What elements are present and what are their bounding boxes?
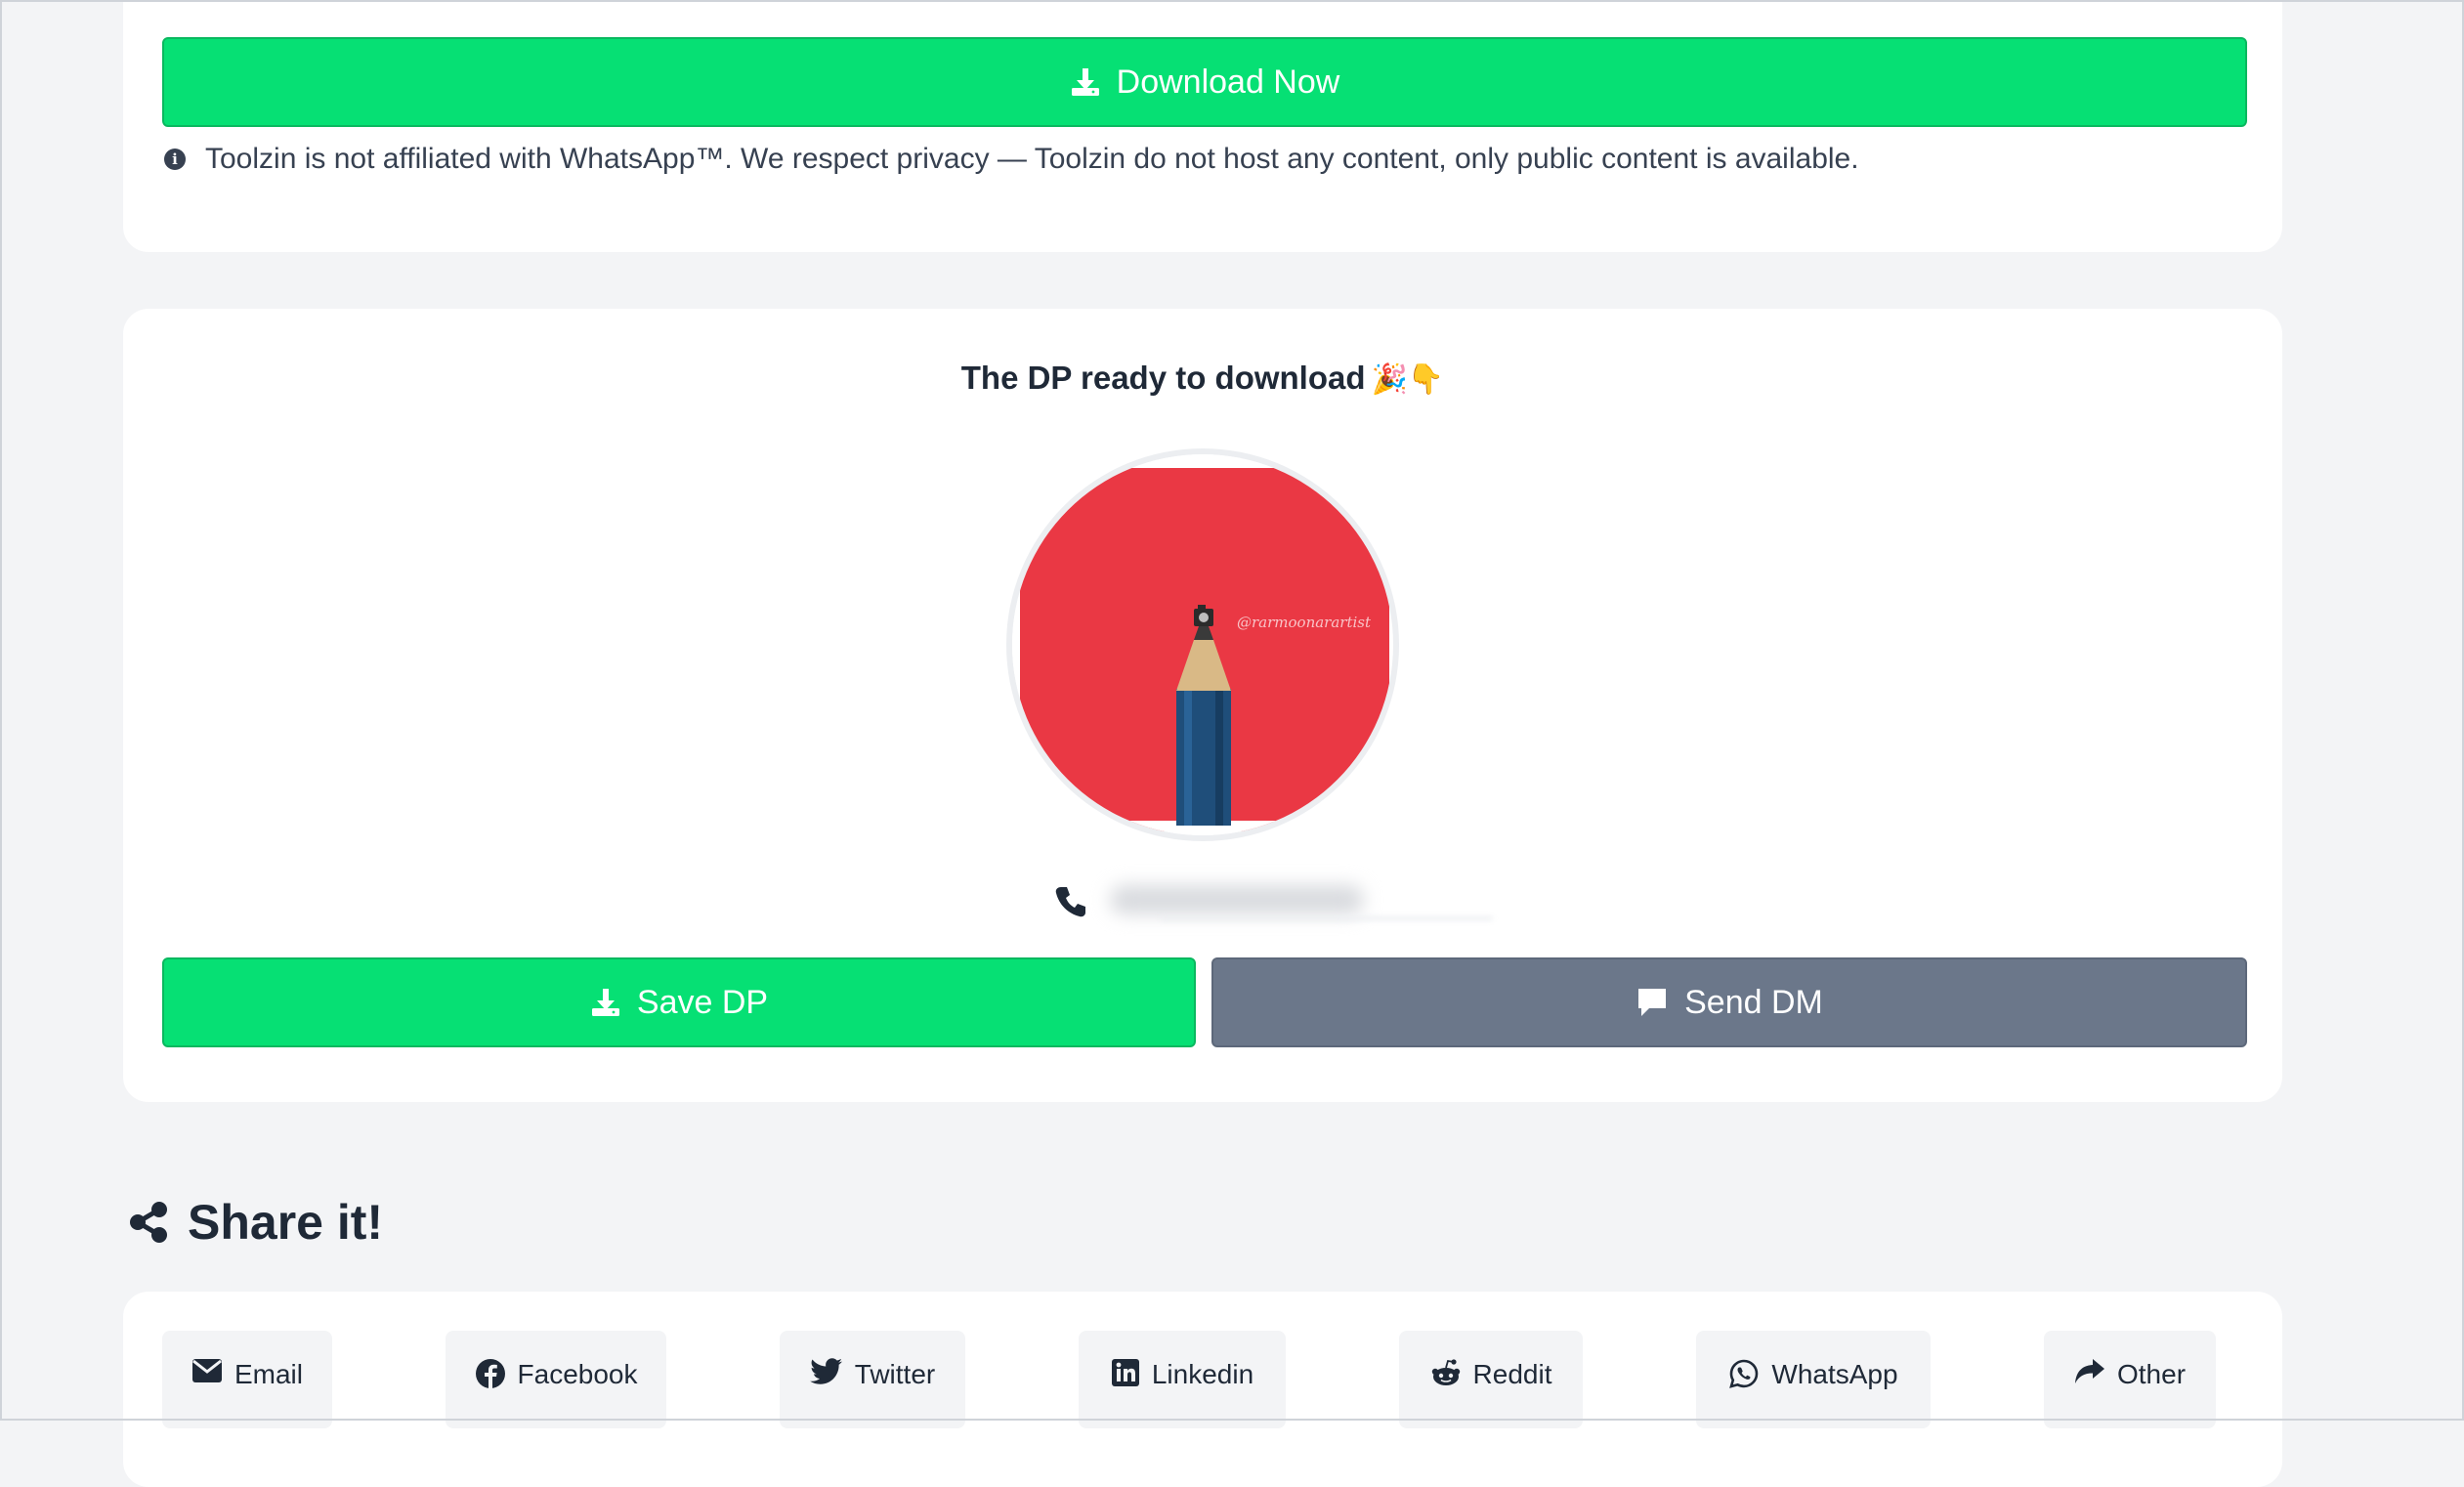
share-heading: Share it! bbox=[127, 1194, 383, 1251]
phone-icon bbox=[1053, 884, 1088, 919]
share-facebook-label: Facebook bbox=[517, 1359, 638, 1389]
share-other-button[interactable]: Other bbox=[2044, 1331, 2216, 1428]
share-whatsapp-label: WhatsApp bbox=[1771, 1359, 1898, 1389]
share-title-text: Share it! bbox=[188, 1195, 384, 1250]
share-twitter-label: Twitter bbox=[854, 1359, 936, 1389]
info-icon: i bbox=[164, 149, 186, 170]
download-now-button[interactable]: Download Now bbox=[162, 37, 2247, 127]
twitter-icon bbox=[809, 1358, 843, 1385]
share-linkedin-button[interactable]: Linkedin bbox=[1079, 1331, 1286, 1428]
image-watermark: @rarmoonarartist bbox=[1237, 614, 1372, 631]
share-whatsapp-button[interactable]: WhatsApp bbox=[1696, 1331, 1931, 1428]
reddit-icon bbox=[1430, 1358, 1462, 1387]
message-icon bbox=[1636, 986, 1669, 1019]
share-nodes-icon bbox=[127, 1201, 170, 1244]
disclaimer-text: Toolzin is not affiliated with WhatsApp™… bbox=[205, 143, 1859, 175]
phone-number-redacted bbox=[1102, 875, 1512, 928]
send-dm-button[interactable]: Send DM bbox=[1211, 957, 2247, 1047]
pencil-photo bbox=[1012, 454, 1393, 835]
share-facebook-button[interactable]: Facebook bbox=[446, 1331, 666, 1428]
share-reddit-label: Reddit bbox=[1472, 1359, 1552, 1389]
whatsapp-icon bbox=[1728, 1358, 1760, 1389]
download-card: Download Now i Toolzin is not affiliated… bbox=[123, 0, 2282, 252]
dp-card: The DP ready to download 🎉👇 @rarmoonarar… bbox=[123, 309, 2282, 1102]
share-arrow-icon bbox=[2074, 1358, 2105, 1385]
envelope-icon bbox=[191, 1358, 223, 1383]
phone-number-row bbox=[1053, 875, 1512, 928]
share-email-label: Email bbox=[234, 1359, 303, 1389]
share-email-button[interactable]: Email bbox=[162, 1331, 332, 1428]
facebook-icon bbox=[475, 1358, 506, 1389]
dp-image[interactable]: @rarmoonarartist bbox=[1012, 454, 1393, 835]
share-card: Email Facebook Twitter Linkedin Reddit W… bbox=[123, 1292, 2282, 1487]
share-reddit-button[interactable]: Reddit bbox=[1399, 1331, 1583, 1428]
send-dm-label: Send DM bbox=[1684, 983, 1823, 1021]
dp-image-frame: @rarmoonarartist bbox=[1006, 448, 1399, 841]
save-dp-label: Save DP bbox=[636, 983, 769, 1021]
share-linkedin-label: Linkedin bbox=[1151, 1359, 1254, 1389]
linkedin-icon bbox=[1111, 1358, 1140, 1387]
dp-heading-text: The DP ready to download bbox=[960, 360, 1366, 396]
disclaimer: i Toolzin is not affiliated with WhatsAp… bbox=[164, 143, 1859, 176]
party-pointer-emoji: 🎉👇 bbox=[1371, 362, 1445, 397]
download-icon bbox=[590, 987, 621, 1018]
share-other-label: Other bbox=[2116, 1359, 2187, 1389]
dp-heading: The DP ready to download 🎉👇 bbox=[123, 360, 2282, 397]
download-now-label: Download Now bbox=[1116, 63, 1340, 101]
share-twitter-button[interactable]: Twitter bbox=[780, 1331, 965, 1428]
download-icon bbox=[1070, 66, 1101, 98]
save-dp-button[interactable]: Save DP bbox=[162, 957, 1196, 1047]
